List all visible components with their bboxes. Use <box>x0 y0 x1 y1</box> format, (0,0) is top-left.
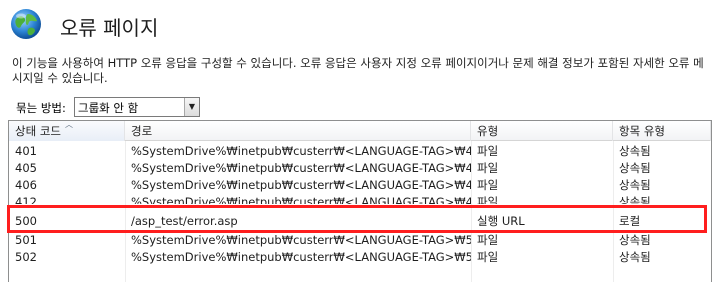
cell-path: %SystemDrive%₩inetpub₩custerr₩<LANGUAGE-… <box>131 144 471 158</box>
group-by-value: 그룹화 안 함 <box>78 101 139 115</box>
cell-entry-type: 상속됨 <box>619 233 651 247</box>
column-header-path[interactable]: 경로 <box>125 121 471 141</box>
table-row[interactable]: 412 %SystemDrive%₩inetpub₩custerr₩<LANGU… <box>9 194 711 204</box>
error-pages-table: 상태 코드 ︿ 경로 유형 항목 유형 401 %SystemDrive%₩in… <box>8 120 712 282</box>
cell-status-code: 501 <box>15 233 37 247</box>
cell-path: %SystemDrive%₩inetpub₩custerr₩<LANGUAGE-… <box>131 195 471 204</box>
group-by-label: 묶는 방법: <box>16 101 66 115</box>
cell-type: 파일 <box>477 195 499 204</box>
cell-path: %SystemDrive%₩inetpub₩custerr₩<LANGUAGE-… <box>131 178 471 192</box>
cell-entry-type: 상속됨 <box>619 178 651 192</box>
cell-status-code: 502 <box>15 250 37 264</box>
cell-path: %SystemDrive%₩inetpub₩custerr₩<LANGUAGE-… <box>131 161 471 175</box>
column-header-type[interactable]: 유형 <box>471 121 613 141</box>
cell-status-code: 401 <box>15 144 37 158</box>
cell-type: 파일 <box>477 144 499 158</box>
group-by-dropdown[interactable]: 그룹화 안 함 ▼ <box>74 97 200 117</box>
cell-entry-type: 상속됨 <box>619 250 651 264</box>
cell-type: 파일 <box>477 250 499 264</box>
cell-entry-type: 상속됨 <box>619 195 651 204</box>
table-row[interactable]: 401 %SystemDrive%₩inetpub₩custerr₩<LANGU… <box>9 143 711 159</box>
globe-icon <box>11 9 41 39</box>
cell-path: %SystemDrive%₩inetpub₩custerr₩<LANGUAGE-… <box>131 233 471 247</box>
cell-type: 파일 <box>477 161 499 175</box>
table-row[interactable]: 501 %SystemDrive%₩inetpub₩custerr₩<LANGU… <box>9 232 711 248</box>
cell-entry-type: 상속됨 <box>619 161 651 175</box>
column-header-status-code[interactable]: 상태 코드 ︿ <box>9 120 125 141</box>
page-title: 오류 페이지 <box>60 16 159 40</box>
cell-type: 파일 <box>477 178 499 192</box>
table-header: 상태 코드 ︿ 경로 유형 항목 유형 <box>9 120 711 141</box>
sort-ascending-icon: ︿ <box>65 120 73 129</box>
table-row[interactable]: 502 %SystemDrive%₩inetpub₩custerr₩<LANGU… <box>9 249 711 265</box>
table-row[interactable]: 405 %SystemDrive%₩inetpub₩custerr₩<LANGU… <box>9 160 711 176</box>
cell-status-code: 406 <box>15 178 37 192</box>
column-header-entry-type[interactable]: 항목 유형 <box>613 121 711 141</box>
cell-status-code: 405 <box>15 161 37 175</box>
highlight-box <box>7 205 707 233</box>
chevron-down-icon[interactable]: ▼ <box>184 98 199 116</box>
cell-type: 파일 <box>477 233 499 247</box>
page-header: 오류 페이지 <box>0 0 720 50</box>
page-description: 이 기능을 사용하여 HTTP 오류 응답을 구성할 수 있습니다. 오류 응답… <box>12 56 704 85</box>
cell-path: %SystemDrive%₩inetpub₩custerr₩<LANGUAGE-… <box>131 250 471 264</box>
column-header-label: 상태 코드 <box>15 124 61 138</box>
cell-status-code: 412 <box>15 195 37 204</box>
table-row[interactable]: 406 %SystemDrive%₩inetpub₩custerr₩<LANGU… <box>9 177 711 193</box>
cell-entry-type: 상속됨 <box>619 144 651 158</box>
